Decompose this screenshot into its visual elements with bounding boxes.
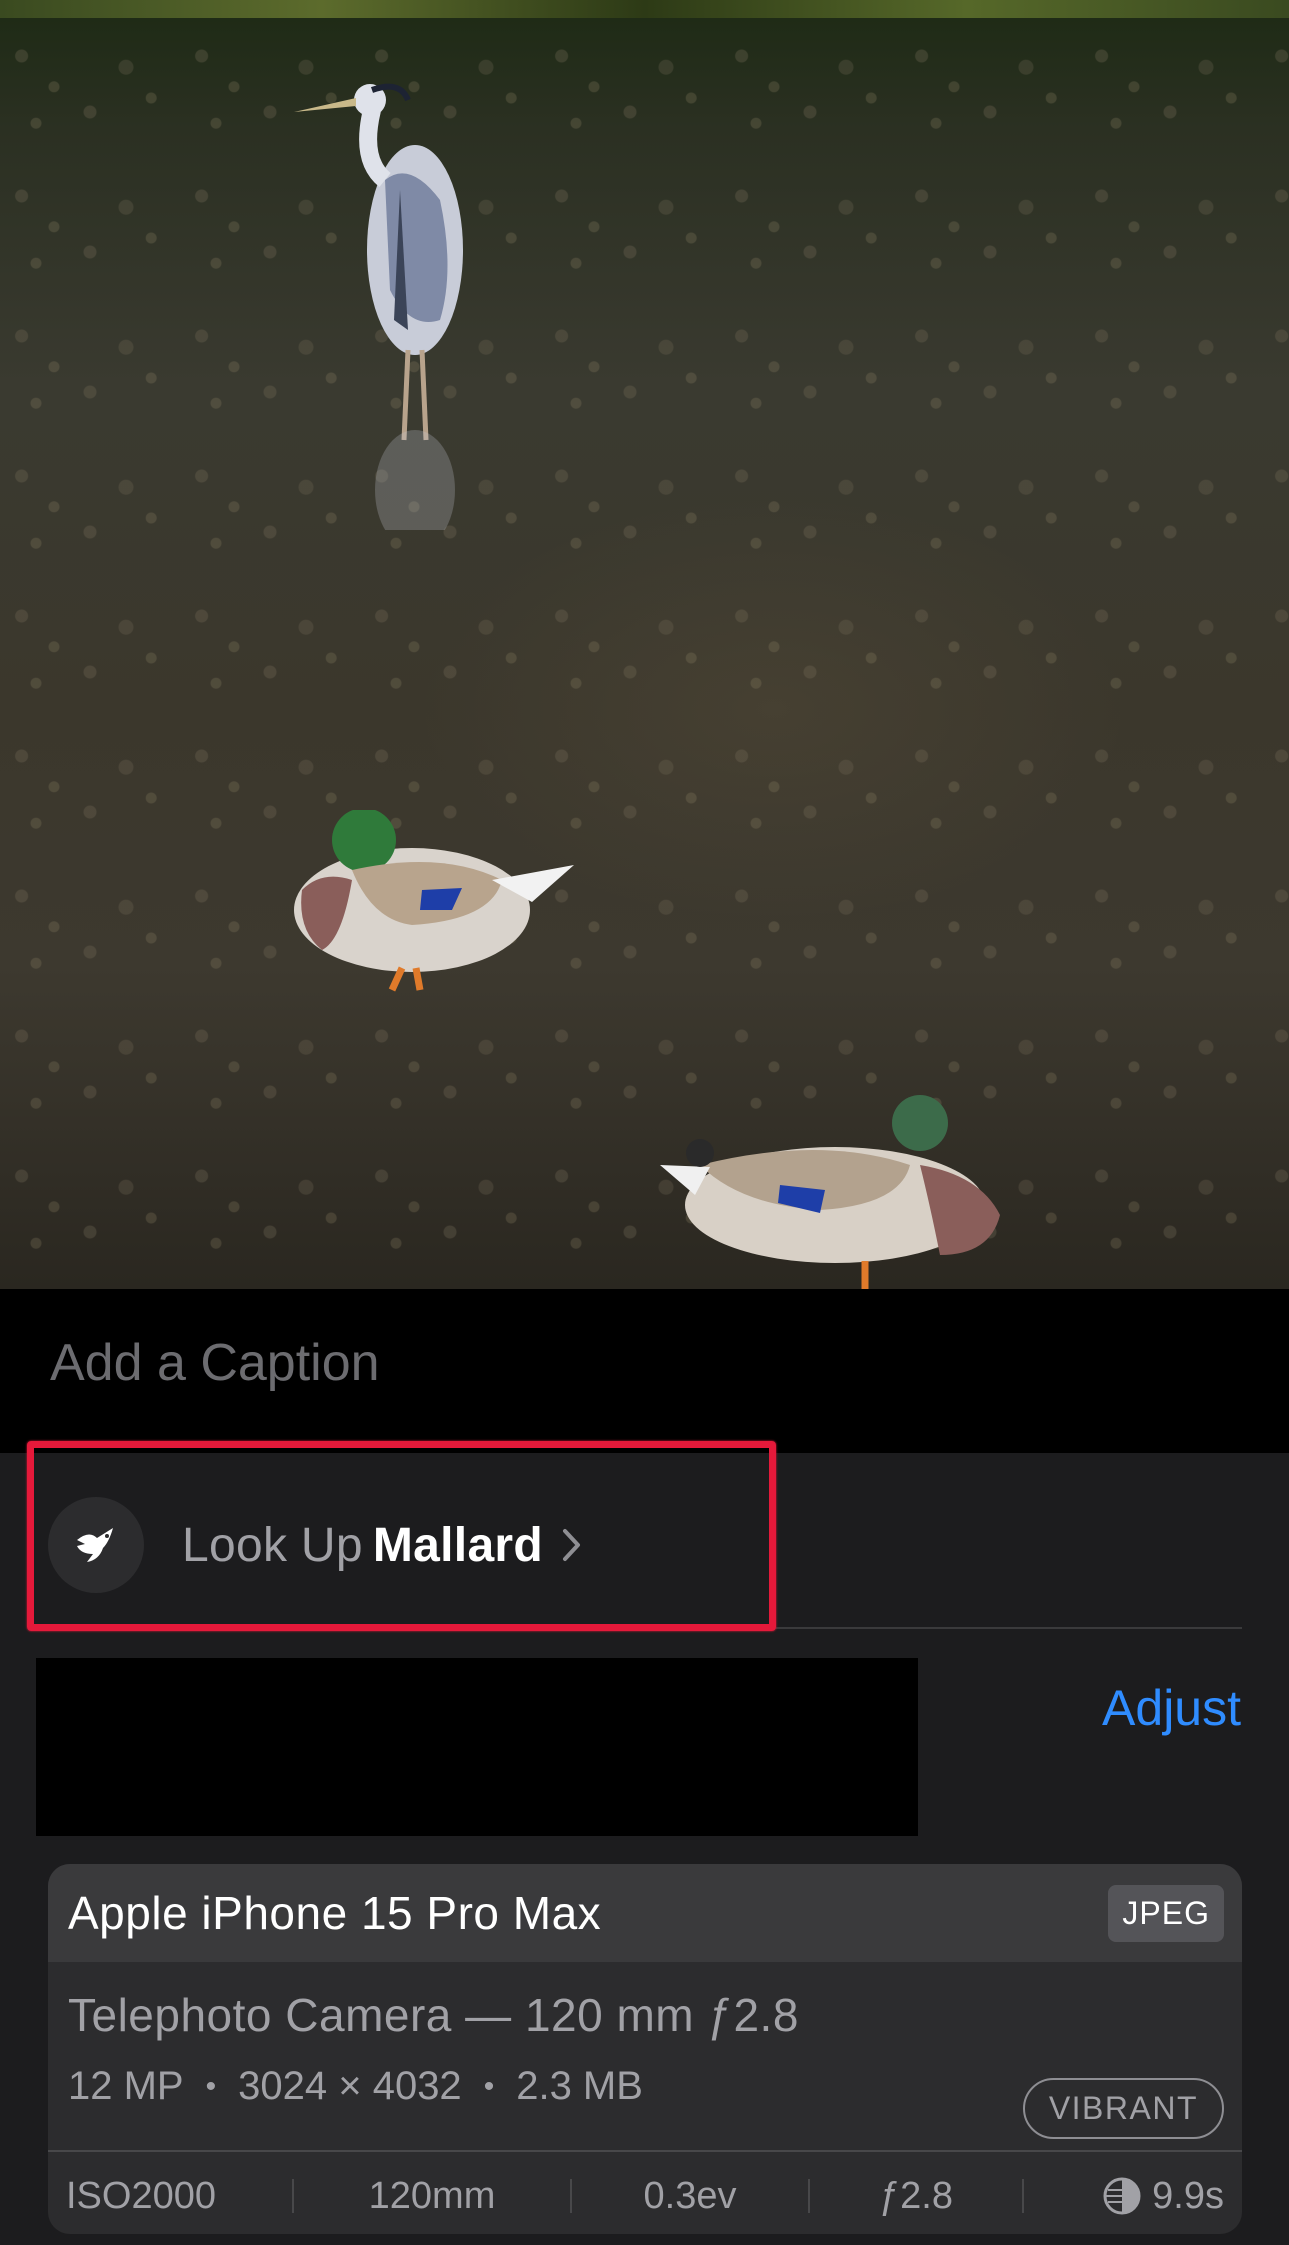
focal-length: 120mm xyxy=(368,2174,496,2217)
camera-lens: Telephoto Camera — 120 mm ƒ2.8 xyxy=(68,1989,799,2041)
exposure-bias: 0.3ev xyxy=(643,2174,737,2217)
adjust-button[interactable]: Adjust xyxy=(1102,1679,1241,1737)
divider xyxy=(180,1627,1242,1629)
mallard-figure xyxy=(294,810,574,992)
caption-input[interactable] xyxy=(50,1333,1050,1393)
info-panel: Look Up Mallard Adjust Apple iPhone 15 Pr… xyxy=(0,1453,1289,2245)
look-up-button[interactable]: Look Up Mallard xyxy=(48,1495,728,1595)
separator-dot: • xyxy=(205,2069,217,2103)
exif-header: Apple iPhone 15 Pro Max JPEG xyxy=(48,1864,1242,1962)
lookup-prefix: Look Up xyxy=(182,1518,363,1572)
lookup-subject: Mallard xyxy=(372,1518,544,1572)
shutter-speed: 9.9s xyxy=(1152,2174,1224,2217)
aperture: ƒ2.8 xyxy=(879,2174,953,2217)
heron-figure xyxy=(294,83,463,530)
megapixels: 12 MP xyxy=(68,2064,184,2108)
separator-dot: • xyxy=(483,2069,495,2103)
device-name: Apple iPhone 15 Pro Max xyxy=(68,1887,602,1939)
exif-card: Apple iPhone 15 Pro Max JPEG Telephoto C… xyxy=(48,1864,1242,2234)
riverbed-texture xyxy=(0,0,1289,1289)
photographic-style-badge: VIBRANT xyxy=(1022,2078,1224,2139)
format-badge: JPEG xyxy=(1108,1884,1224,1942)
caption-area xyxy=(0,1289,1289,1453)
mallard-figure xyxy=(660,1095,1000,1289)
redacted-region xyxy=(36,1658,918,1836)
lookup-label: Look Up Mallard xyxy=(182,1518,543,1573)
file-size: 2.3 MB xyxy=(516,2064,643,2108)
photo-viewer[interactable] xyxy=(0,0,1289,1289)
shutter-speed-cell: 9.9s xyxy=(1024,2152,1242,2234)
bird-icon xyxy=(48,1497,144,1593)
night-mode-icon xyxy=(1102,2176,1142,2216)
iso-value: ISO2000 xyxy=(66,2174,216,2217)
exif-footer: ISO2000 120mm 0.3ev ƒ2.8 9.9s xyxy=(48,2152,1242,2234)
resolution: 3024 × 4032 xyxy=(238,2064,462,2108)
chevron-right-icon xyxy=(561,1527,583,1563)
exif-details: Telephoto Camera — 120 mm ƒ2.8 12 MP • 3… xyxy=(48,1962,1242,2142)
